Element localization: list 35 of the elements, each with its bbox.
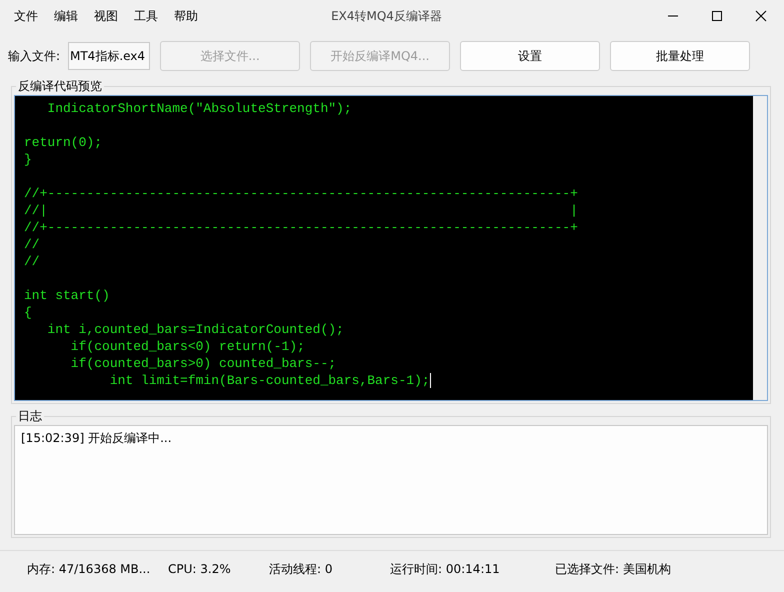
panel-title: 反编译代码预览 [17,78,103,95]
code-line: int i,counted_bars=IndicatorCounted(); [46,321,345,338]
code-line: { [24,304,33,321]
status-text: CPU: 3.2% [168,562,232,576]
code-line: // [24,253,41,270]
code-line: int start() [24,287,111,304]
toolbar-button[interactable]: 设置 [460,41,600,71]
code-line: // [24,236,41,253]
code-line: return(0); [24,134,104,151]
status-text: 已选择文件: 美国机构 [555,560,671,578]
log-entry: [15:02:39] 开始反编译中... [21,430,173,447]
menu-item[interactable]: 工具 [126,8,166,24]
code-line: //+-------------------------------------------------------------------+ [24,185,579,202]
code-line: if(counted_bars>0) counted_bars--; [70,355,338,372]
menu-item[interactable]: 帮助 [166,8,206,24]
input-file-field[interactable]: MT4指标.ex4 [68,42,150,70]
scrollbar[interactable] [753,96,767,400]
code-line: //| | [24,202,579,219]
input-file-label: 输入文件: [8,48,60,64]
menu-item[interactable]: 编辑 [46,8,86,24]
code-line: int limit=fmin(Bars-counted_bars,Bars-1); [108,372,432,389]
close-icon[interactable] [755,10,767,22]
menu-item[interactable]: 视图 [86,8,126,24]
panel-title: 日志 [17,408,43,425]
code-line: if(counted_bars<0) return(-1); [70,338,306,355]
menu-item[interactable]: 文件 [6,8,46,24]
status-text: 内存: 47/16368 MB... [27,560,152,578]
status-text: 活动线程: 0 [269,560,334,578]
window-title: EX4转MQ4反编译器 [331,8,442,24]
code-line: IndicatorShortName("AbsoluteStrength"); [46,100,353,117]
maximize-icon[interactable] [711,10,723,22]
code-line: //+-------------------------------------------------------------------+ [24,219,579,236]
code-line: } [24,151,33,168]
status-text: 运行时间: 00:14:11 [390,560,501,578]
toolbar-button[interactable]: 批量处理 [610,41,750,71]
